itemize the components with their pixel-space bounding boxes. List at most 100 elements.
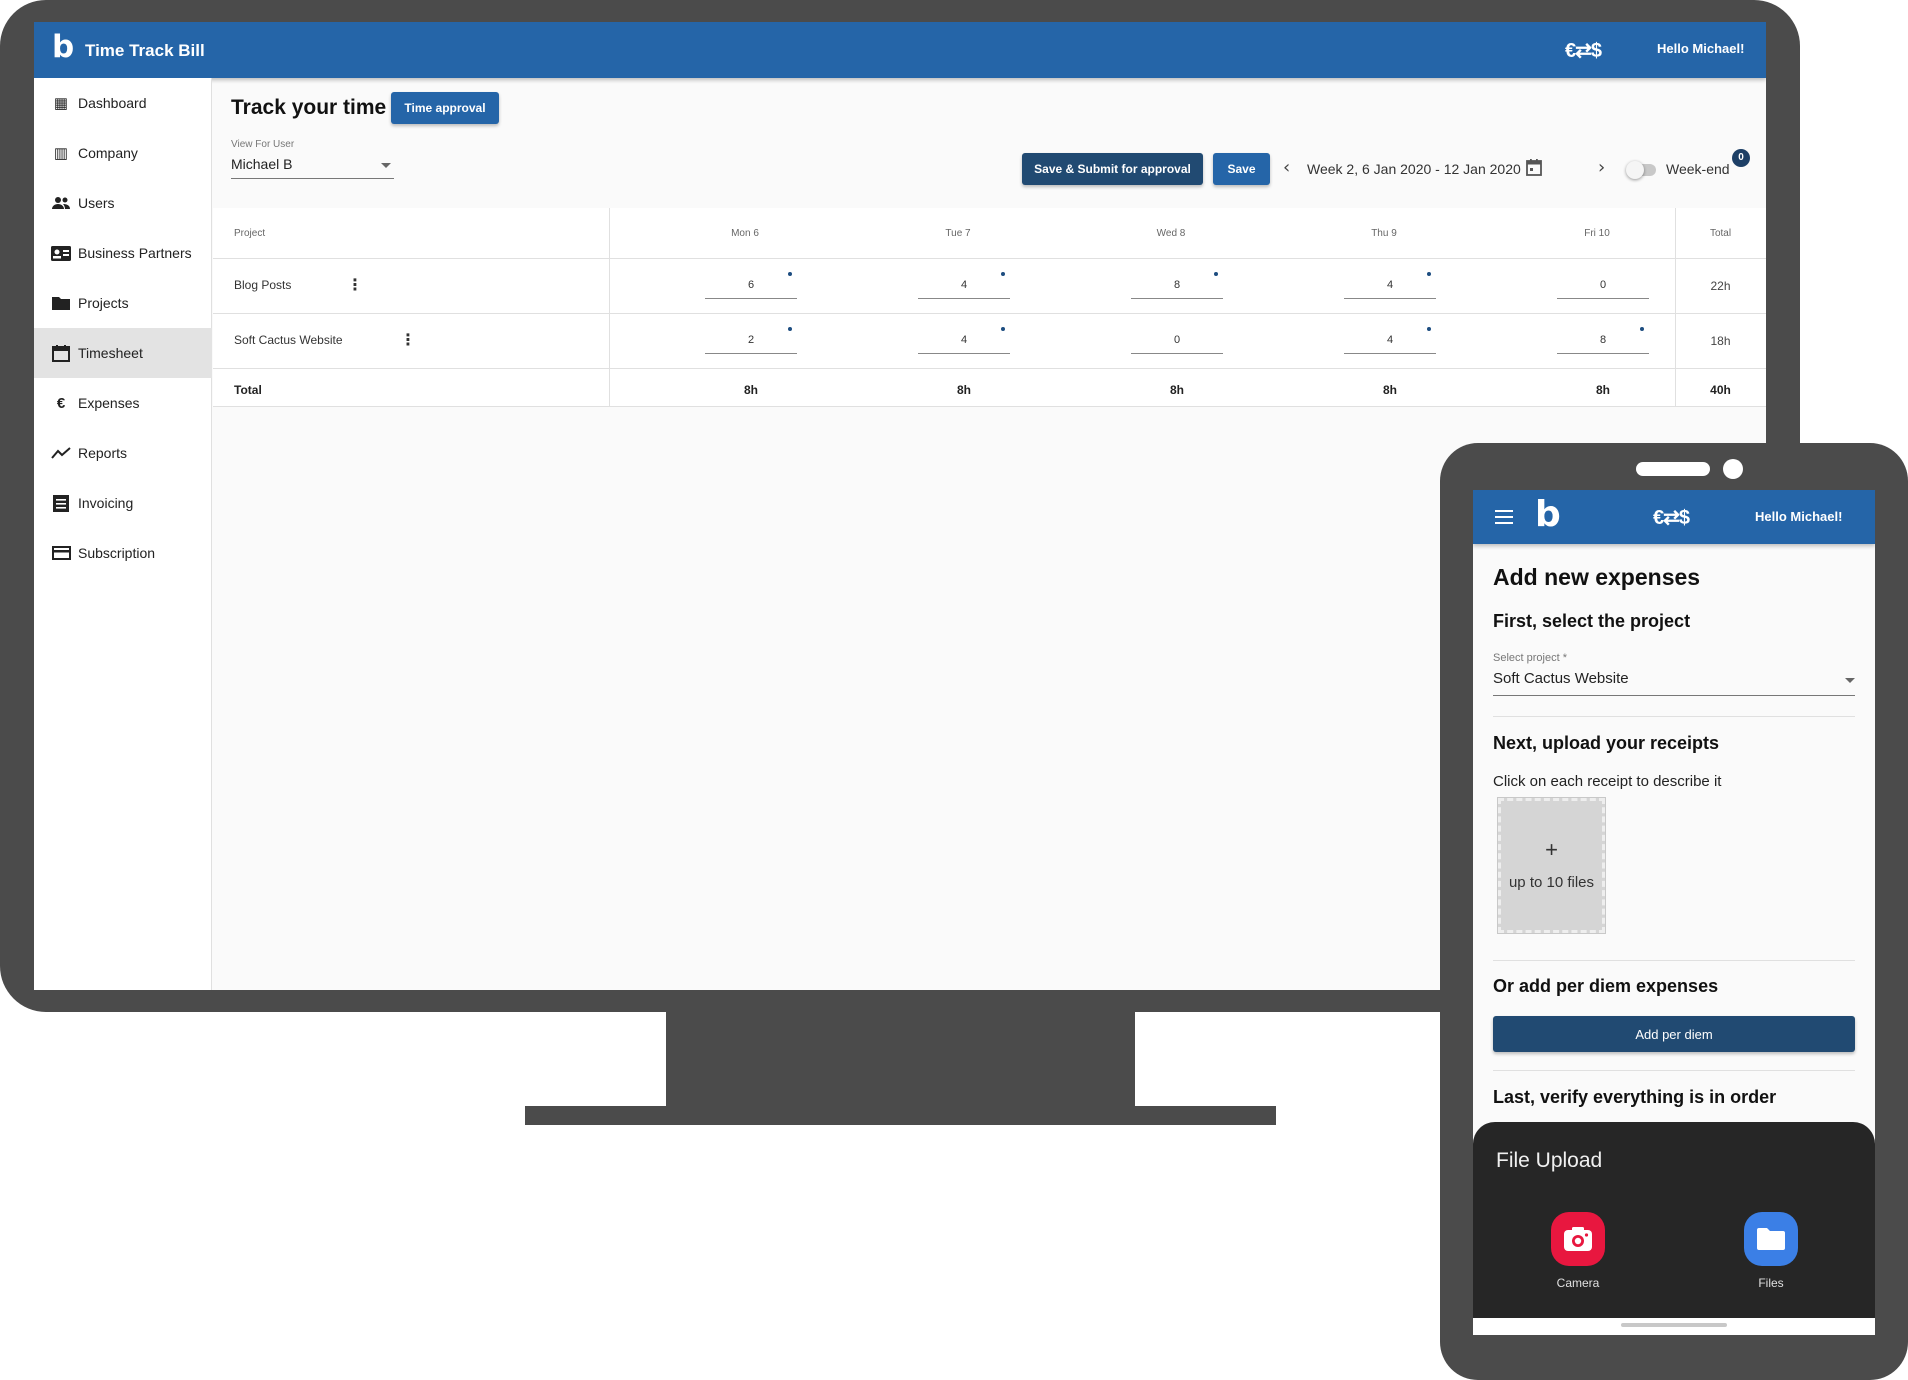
column-header-project: Project [234,228,266,239]
project-name: Soft Cactus Website [234,333,343,347]
files-option-label: Files [1758,1276,1784,1290]
gesture-bar-area [1473,1318,1875,1335]
upload-limit-text: up to 10 files [1508,874,1595,891]
hours-input[interactable]: 4 [918,330,1010,354]
next-week-icon[interactable]: › [1598,157,1605,178]
select-project-label: Select project * [1493,652,1567,664]
gesture-handle[interactable] [1621,1323,1727,1327]
sidebar-item-label: Dashboard [78,95,147,111]
note-indicator-dot[interactable] [1640,327,1644,331]
sidebar-item-label: Reports [78,445,128,461]
user-greeting[interactable]: Hello Michael! [1657,41,1744,56]
hours-input[interactable]: 8 [1557,330,1649,354]
currency-exchange-icon[interactable]: €⇄$ [1653,505,1690,530]
sidebar-item-label: Subscription [78,545,156,561]
sidebar-item-label: Company [78,145,138,161]
time-approval-button[interactable]: Time approval [391,92,499,124]
select-project-underline [1493,695,1855,696]
company-building-icon: ▥ [53,145,69,162]
chevron-down-icon[interactable] [381,163,391,168]
sidebar-item-company[interactable]: ▥ Company [34,128,212,178]
app-brand-name[interactable]: Time Track Bill [85,41,205,61]
hours-input[interactable]: 8 [1131,275,1223,299]
add-per-diem-button[interactable]: Add per diem [1493,1016,1855,1052]
app-logo-icon[interactable]: b [1535,497,1561,533]
invoice-icon [51,494,71,512]
table-divider [609,208,610,407]
note-indicator-dot[interactable] [1001,272,1005,276]
note-indicator-dot[interactable] [788,272,792,276]
tablet-screen: b €⇄$ Hello Michael! Add new expenses Fi… [1473,490,1875,1335]
hours-input[interactable]: 0 [1131,330,1223,354]
row-total: 18h [1710,334,1731,348]
sidebar-item-business-partners[interactable]: Business Partners [34,228,212,278]
timesheet-table: Project Mon 6 Tue 7 Wed 8 Thu 9 Fri 10 T… [213,208,1766,407]
sidebar-item-subscription[interactable]: Subscription [34,528,212,578]
sidebar-item-users[interactable]: Users [34,178,212,228]
files-option-button[interactable] [1744,1212,1798,1266]
note-indicator-dot[interactable] [1214,272,1218,276]
day-total: 8h [956,383,971,397]
weekend-toggle[interactable] [1626,161,1656,179]
note-indicator-dot[interactable] [1001,327,1005,331]
tablet-speaker [1636,462,1710,476]
hours-input[interactable]: 4 [1344,330,1436,354]
column-header-day: Thu 9 [1371,228,1397,239]
sidebar-item-timesheet[interactable]: Timesheet [34,328,212,378]
view-for-user-underline [231,178,394,179]
save-button[interactable]: Save [1213,153,1270,185]
note-indicator-dot[interactable] [788,327,792,331]
hours-input[interactable]: 4 [1344,275,1436,299]
app-logo-icon[interactable]: b [52,32,74,63]
step-title-select-project: First, select the project [1493,611,1691,631]
hours-input[interactable]: 4 [918,275,1010,299]
grand-total: 40h [1710,383,1731,397]
tablet-camera [1723,459,1743,479]
view-for-user-select[interactable]: Michael B [231,156,292,172]
note-indicator-dot[interactable] [1427,272,1431,276]
hours-input[interactable]: 6 [705,275,797,299]
previous-week-icon[interactable]: ‹ [1283,157,1290,178]
project-name: Blog Posts [234,278,292,292]
calendar-picker-icon[interactable] [1526,159,1542,181]
note-indicator-dot[interactable] [1427,327,1431,331]
save-submit-button[interactable]: Save & Submit for approval [1022,153,1203,185]
monitor-stand-base [525,1106,1276,1125]
table-divider [213,368,1766,369]
receipt-upload-dropzone[interactable]: + up to 10 files [1497,797,1606,934]
day-total: 8h [743,383,758,397]
section-divider [1493,960,1855,961]
totals-label: Total [234,383,262,397]
hours-input[interactable]: 2 [705,330,797,354]
sidebar-item-projects[interactable]: Projects [34,278,212,328]
table-divider [213,258,1766,259]
hours-input[interactable]: 0 [1557,275,1649,299]
more-vert-icon[interactable]: ⋮ [347,275,363,294]
day-total: 8h [1595,383,1610,397]
monitor-stand-neck [666,1010,1135,1108]
file-upload-sheet: File Upload Camera Files [1473,1122,1875,1335]
more-vert-icon[interactable]: ⋮ [400,330,416,349]
week-range-label[interactable]: Week 2, 6 Jan 2020 - 12 Jan 2020 [1307,161,1521,177]
camera-option-label: Camera [1556,1276,1600,1290]
folder-icon [1757,1228,1785,1250]
weekend-count-badge: 0 [1732,149,1750,167]
sidebar-item-reports[interactable]: Reports [34,428,212,478]
chevron-down-icon[interactable] [1845,678,1855,683]
sidebar-item-label: Projects [78,295,129,311]
camera-icon [1564,1227,1592,1251]
sidebar-item-expenses[interactable]: € Expenses [34,378,212,428]
sidebar-item-dashboard[interactable]: ▦ Dashboard [34,78,212,128]
weekend-label: Week-end [1666,161,1730,177]
select-project-dropdown[interactable]: Soft Cactus Website [1493,670,1629,687]
camera-option-button[interactable] [1551,1212,1605,1266]
currency-exchange-icon[interactable]: €⇄$ [1565,38,1602,63]
dashboard-icon: ▦ [53,95,69,112]
table-divider [213,406,1766,407]
sidebar-item-label: Users [78,195,115,211]
step-title-per-diem: Or add per diem expenses [1493,976,1719,996]
user-greeting[interactable]: Hello Michael! [1755,509,1842,524]
hamburger-menu-icon[interactable] [1495,510,1513,529]
sidebar-item-invoicing[interactable]: Invoicing [34,478,212,528]
tablet-app-bar: b €⇄$ Hello Michael! [1473,490,1875,544]
